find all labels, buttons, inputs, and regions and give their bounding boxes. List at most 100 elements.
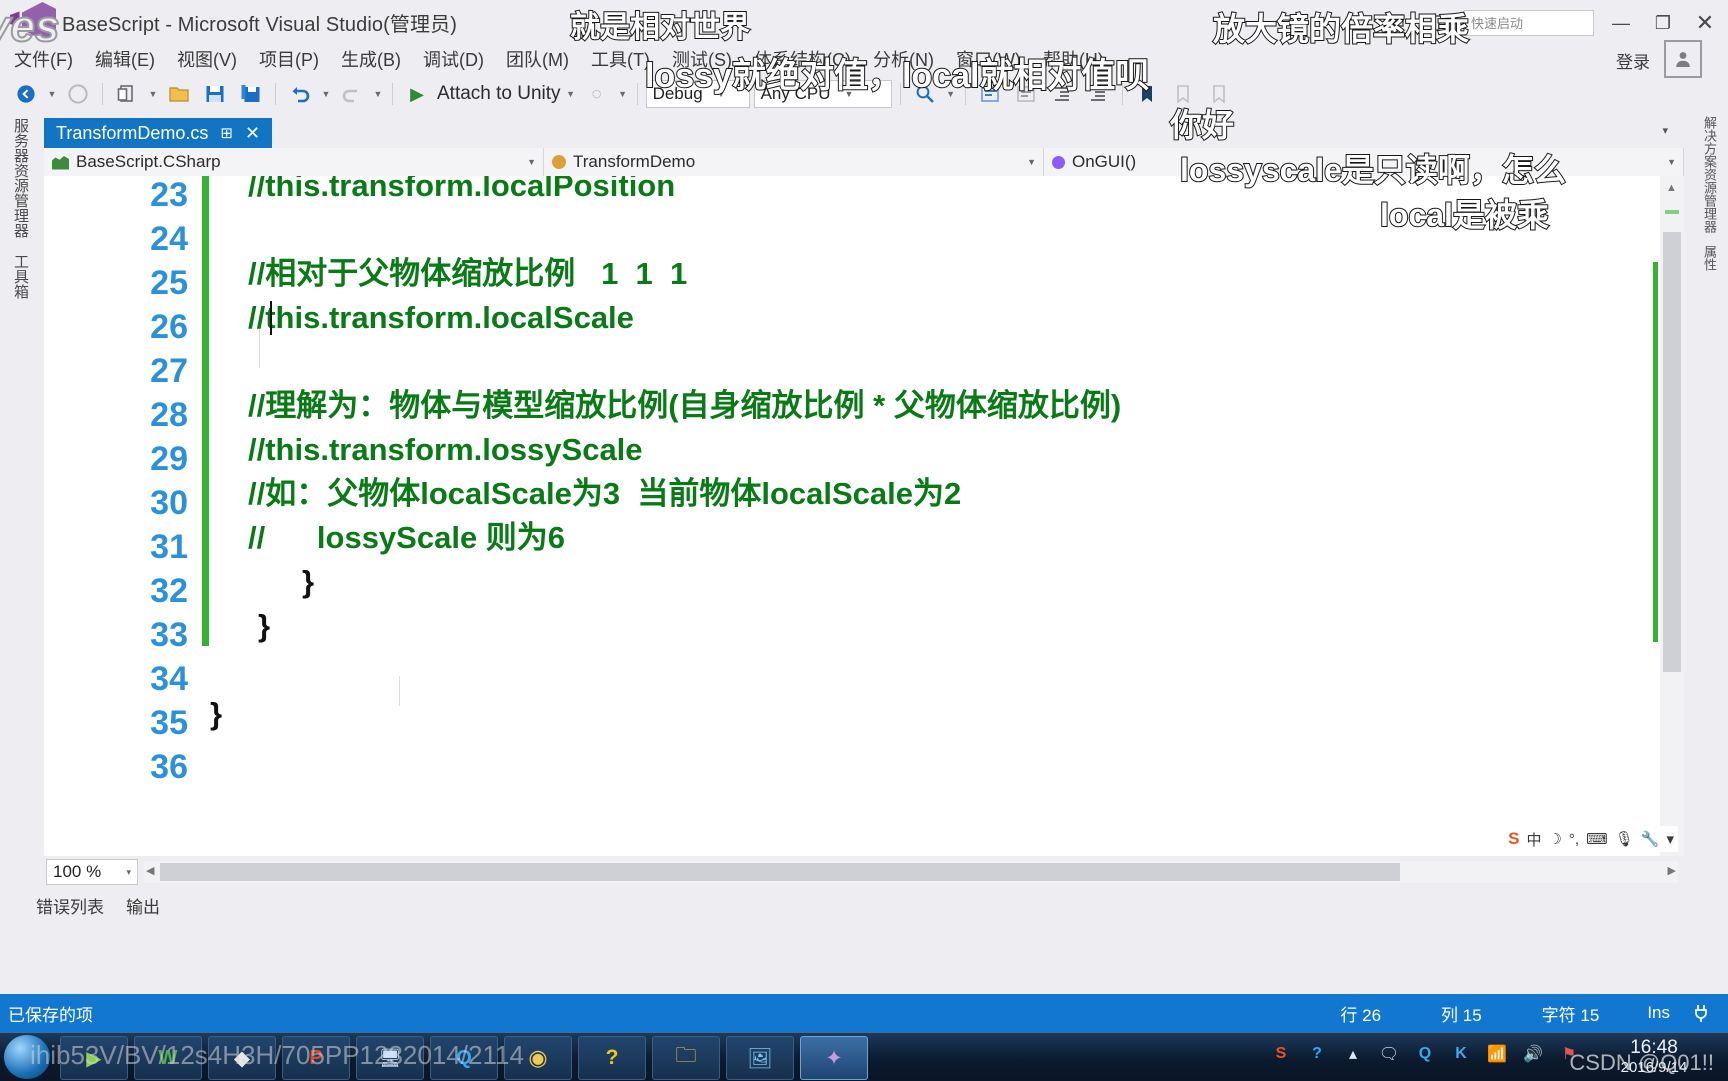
- taskbar-item-visual-studio[interactable]: ✦: [800, 1036, 868, 1080]
- overlay-subtitle: local是被乘: [1379, 196, 1550, 234]
- code-line: }: [210, 696, 223, 731]
- menu-item-debug[interactable]: 调试(D): [423, 46, 484, 72]
- tab-error-list[interactable]: 错误列表: [36, 893, 104, 918]
- dock-tab-solution-explorer[interactable]: 解决方案资源管理器: [1696, 110, 1723, 239]
- code-line: }: [258, 608, 271, 643]
- close-icon[interactable]: ✕: [245, 123, 260, 144]
- ime-menu-icon[interactable]: ▾: [1666, 830, 1674, 848]
- taskbar-item-photo-viewer[interactable]: 🖼: [726, 1036, 794, 1080]
- indent-guide: [399, 676, 400, 706]
- zoom-combo[interactable]: 100 % ▾: [46, 859, 138, 885]
- scroll-up-arrow-icon[interactable]: ▲: [1666, 182, 1677, 194]
- menu-item-view[interactable]: 视图(V): [177, 46, 237, 72]
- line-number: 23: [150, 176, 188, 214]
- left-dock-strip: 服务器资源管理器 工具箱: [4, 110, 38, 410]
- document-tab-strip: TransformDemo.cs ⊞ ✕ ▾: [44, 118, 1684, 148]
- code-editor[interactable]: 23 24 25 26 27 28 29 30 31 32 33 34 35 3…: [44, 176, 1684, 856]
- status-column: 列 15: [1441, 1005, 1482, 1025]
- line-number: 34: [150, 660, 188, 698]
- scrollbar-thumb[interactable]: [1663, 232, 1681, 672]
- bottom-tool-tabs: 错误列表 输出: [36, 888, 160, 922]
- dock-tab-toolbox[interactable]: 工具箱: [4, 246, 37, 307]
- scroll-right-arrow-icon[interactable]: ▶: [1668, 864, 1676, 877]
- overflow-icon[interactable]: ▴: [1340, 1041, 1366, 1067]
- messenger-icon[interactable]: 🗨: [1376, 1041, 1402, 1067]
- undo-caret-icon[interactable]: ▼: [320, 89, 332, 99]
- dock-tab-properties[interactable]: 属性: [1696, 239, 1723, 277]
- change-indicator-bar: [202, 176, 209, 646]
- attach-caret-icon[interactable]: ▼: [565, 89, 577, 99]
- minimize-button[interactable]: —: [1606, 8, 1636, 38]
- new-item-caret-icon[interactable]: ▼: [147, 89, 159, 99]
- status-message: 已保存的项: [8, 1005, 93, 1025]
- editor-vertical-scrollbar[interactable]: ▲ ▼: [1660, 176, 1684, 856]
- line-number: 24: [150, 220, 188, 258]
- tab-output[interactable]: 输出: [126, 893, 160, 918]
- line-number: 36: [150, 748, 188, 786]
- quick-launch-input[interactable]: 快速启动: [1464, 10, 1594, 36]
- scroll-marker: [1665, 210, 1679, 214]
- scroll-left-arrow-icon[interactable]: ◀: [146, 864, 154, 877]
- overlay-corner-watermark: yes: [0, 1, 60, 52]
- pin-icon[interactable]: ⊞: [220, 124, 233, 142]
- sogou-icon[interactable]: S: [1268, 1041, 1294, 1067]
- navigate-back-icon[interactable]: [10, 78, 42, 110]
- taskbar-item-folder[interactable]: 🗀: [652, 1036, 720, 1080]
- overlay-subtitle: 你好: [1169, 106, 1235, 144]
- menu-item-tools[interactable]: 工具(T): [591, 46, 650, 72]
- tab-overflow-chevron-icon[interactable]: ▾: [1662, 124, 1668, 137]
- taskbar-item-help[interactable]: ?: [578, 1036, 646, 1080]
- ime-voice-icon[interactable]: 🎙: [1615, 830, 1634, 848]
- redo-caret-icon: ▼: [373, 89, 383, 99]
- open-file-icon[interactable]: [163, 78, 195, 110]
- undo-icon[interactable]: [284, 78, 316, 110]
- qq-tray-icon[interactable]: Q: [1412, 1041, 1438, 1067]
- csharp-project-icon: [52, 156, 69, 170]
- help-icon: ?: [605, 1046, 619, 1069]
- scrollbar-thumb[interactable]: [160, 863, 1400, 881]
- status-character: 字符 15: [1541, 1005, 1600, 1025]
- document-tab-transformdemo[interactable]: TransformDemo.cs ⊞ ✕: [44, 118, 273, 148]
- attach-to-unity-button[interactable]: Attach to Unity: [437, 83, 561, 105]
- account-icon[interactable]: [1664, 40, 1702, 78]
- project-dropdown[interactable]: BaseScript.CSharp ▼: [44, 148, 544, 176]
- document-tab-label: TransformDemo.cs: [56, 122, 209, 143]
- help-circle-icon[interactable]: ?: [1304, 1041, 1330, 1067]
- menu-item-edit[interactable]: 编辑(E): [95, 46, 155, 72]
- right-dock-strip: 解决方案资源管理器 属性: [1696, 110, 1726, 450]
- type-dropdown[interactable]: TransformDemo ▼: [544, 148, 1044, 176]
- menu-item-team[interactable]: 团队(M): [506, 46, 569, 72]
- kingsoft-icon[interactable]: K: [1448, 1041, 1474, 1067]
- restore-button[interactable]: ❐: [1648, 8, 1678, 38]
- ime-punctuation-icon[interactable]: °,: [1569, 831, 1579, 848]
- network-icon[interactable]: 📶: [1484, 1041, 1510, 1067]
- close-button[interactable]: ✕: [1690, 8, 1720, 38]
- new-item-icon[interactable]: [111, 78, 143, 110]
- toolbar-separator: [275, 83, 276, 105]
- line-number: 29: [150, 440, 188, 478]
- start-debug-icon[interactable]: ▶: [401, 78, 433, 110]
- editor-horizontal-scrollbar[interactable]: ◀ ▶: [144, 861, 1678, 883]
- line-number: 31: [150, 528, 188, 566]
- text-caret: [270, 301, 272, 335]
- sign-in-button[interactable]: 登录: [1616, 48, 1650, 73]
- menu-item-project[interactable]: 项目(P): [259, 46, 319, 72]
- dock-tab-server-explorer[interactable]: 服务器资源管理器: [4, 110, 37, 246]
- scrollbar-change-marker: [1653, 262, 1658, 642]
- plug-icon[interactable]: [1688, 1000, 1714, 1026]
- ime-keyboard-icon[interactable]: ⌨: [1586, 830, 1608, 848]
- code-line: //如：父物体localScale为3 当前物体localScale为2: [248, 476, 962, 511]
- save-icon[interactable]: [199, 78, 231, 110]
- toolbar-separator: [392, 83, 393, 105]
- navigate-forward-icon: [62, 78, 94, 110]
- save-all-icon[interactable]: [235, 78, 267, 110]
- ime-moon-icon[interactable]: ☽: [1548, 830, 1561, 848]
- volume-icon[interactable]: 🔊: [1520, 1041, 1546, 1067]
- csdn-watermark: CSDN @Q01!!: [1569, 1050, 1714, 1075]
- menu-item-build[interactable]: 生成(B): [341, 46, 401, 72]
- zoom-value: 100 %: [53, 862, 102, 881]
- sogou-ime-icon[interactable]: S: [1508, 829, 1519, 849]
- ime-mode-label[interactable]: 中: [1526, 829, 1541, 850]
- ime-tools-icon[interactable]: 🔧: [1641, 830, 1660, 848]
- navigate-back-caret-icon[interactable]: ▼: [46, 89, 58, 99]
